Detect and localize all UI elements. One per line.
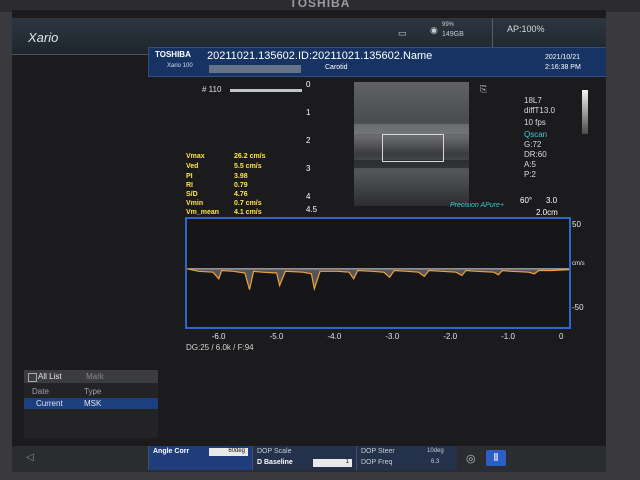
all-list-checkbox[interactable] <box>28 373 37 382</box>
storage-size: 149GB <box>442 31 464 38</box>
meas-row: Vmax 26.2 cm/s <box>186 153 266 160</box>
frame-rate: 10 fps <box>524 118 546 127</box>
y-tick-label: -50 <box>572 303 584 313</box>
precision-apure-label: Precision APure+ <box>450 202 505 209</box>
cine-bar[interactable] <box>230 89 302 92</box>
doppler-spectrum[interactable] <box>185 217 571 329</box>
depth-mark-4-5: 4.5 <box>306 205 318 214</box>
meas-row: PI 3.98 <box>186 173 248 180</box>
image-list-panel: All List Mark Date Type Current MSK <box>24 370 158 438</box>
storage-percent: 99% <box>442 22 455 28</box>
b-mode-image[interactable] <box>354 82 469 206</box>
patient-bar-brand: TOSHIBA <box>155 50 191 59</box>
d-baseline-label: D Baseline <box>257 459 293 466</box>
exam-time: 2:16:38 PM <box>545 64 581 71</box>
camera-icon[interactable]: ◎ <box>466 452 476 465</box>
meas-row: Ved 5.5 cm/s <box>186 163 262 170</box>
grayscale-bar <box>582 90 588 134</box>
velocity-unit: cm/s <box>572 260 585 267</box>
ultrasound-screen: Xario ▭ ◉ 99% 149GB AP:100% TOSHIBA Xari… <box>12 10 606 472</box>
printer-icon[interactable]: ▭ <box>398 28 407 39</box>
list-item-type: MSK <box>84 399 102 408</box>
depth-mark-0: 0 <box>306 80 311 89</box>
bezel-brand-logo: TOSHIBA <box>289 0 351 10</box>
preset-name: diffT13.0 <box>524 106 555 115</box>
dop-steer-value: 10deg <box>427 448 444 454</box>
y-tick-label: 50 <box>572 220 581 230</box>
x-tick-label: -1.0 <box>501 332 515 341</box>
x-tick-label: -2.0 <box>443 332 458 341</box>
dop-freq-label: DOP Freq <box>361 459 393 466</box>
scan-mode: Qscan <box>524 130 548 139</box>
left-arrow-icon[interactable]: ◁ <box>26 452 34 463</box>
vessel-wall-far <box>354 124 469 134</box>
col-date[interactable]: Date <box>32 387 49 396</box>
list-item-date: Current <box>36 399 63 408</box>
dop-scale-label: DOP Scale <box>257 448 292 455</box>
list-item[interactable]: Current MSK <box>24 398 158 409</box>
ap-label: AP:100% <box>507 24 545 34</box>
mark-label[interactable]: Mark <box>86 372 104 381</box>
gate-size: 3.0 <box>546 196 558 205</box>
angle-corr-value: 60deg <box>209 448 248 456</box>
bottom-control-bar: ◁ Angle Corr 60deg DOP Scale D Baseline … <box>12 446 606 472</box>
system-model: Xario 100 <box>167 63 193 69</box>
param-a: A:5 <box>524 160 537 169</box>
exam-region: Carotid <box>325 64 348 71</box>
doppler-settings-readout: DG:25 / 6.0k / F:94 <box>186 343 254 352</box>
dop-steer-label: DOP Steer <box>361 448 395 455</box>
x-tick-label: -6.0 <box>211 332 226 341</box>
meas-row: Vm_mean 4.1 cm/s <box>186 209 262 216</box>
dop-freq-value: 6.3 <box>431 459 440 465</box>
probe-orientation-icon: ⎘ <box>480 84 488 94</box>
redacted-name <box>209 65 301 73</box>
x-tick-label: -5.0 <box>269 332 284 341</box>
sample-gate-box[interactable] <box>382 134 444 162</box>
patient-id: 20211021.135602.ID:20211021.135602.Name <box>207 50 433 62</box>
x-tick-label: -4.0 <box>327 332 342 341</box>
app-name: Xario <box>28 30 59 45</box>
x-tick-label: 0 <box>559 332 564 341</box>
meas-row: RI 0.79 <box>186 182 248 189</box>
depth-mark-2: 2 <box>306 136 311 145</box>
angle-corr-label: Angle Corr <box>153 448 190 455</box>
gate-depth: 2.0cm <box>536 208 558 217</box>
d-baseline-value: 1 <box>313 459 352 467</box>
spectrum-plot <box>187 268 569 292</box>
meas-row: S/D 4.76 <box>186 191 248 198</box>
angle-value: 60° <box>520 196 533 205</box>
dual-display-icon[interactable]: Ⅱ <box>486 450 506 466</box>
probe-name: 18L7 <box>524 96 542 105</box>
exam-date: 2021/10/21 <box>545 54 581 61</box>
storage-icon: ◉ <box>430 25 438 35</box>
depth-mark-3: 3 <box>306 164 311 173</box>
frame-number: # 110 <box>202 85 222 94</box>
dop-scale-control[interactable]: DOP Scale D Baseline 1 <box>252 446 357 470</box>
dynamic-range: DR:60 <box>524 150 547 159</box>
list-panel-header: All List Mark <box>24 370 158 383</box>
x-tick-label: -3.0 <box>385 332 400 341</box>
patient-info-bar: TOSHIBA Xario 100 20211021.135602.ID:202… <box>148 47 606 77</box>
angle-corr-control[interactable]: Angle Corr 60deg <box>148 446 253 470</box>
param-p: P:2 <box>524 170 537 179</box>
dop-steer-control[interactable]: DOP Steer 10deg DOP Freq 6.3 <box>356 446 457 470</box>
meas-row: Vmin 0.7 cm/s <box>186 200 262 207</box>
col-type[interactable]: Type <box>84 387 101 396</box>
depth-mark-4: 4 <box>306 192 311 201</box>
all-list-label[interactable]: All List <box>38 372 62 381</box>
gain-value: G:72 <box>524 140 542 149</box>
depth-mark-1: 1 <box>306 108 311 117</box>
